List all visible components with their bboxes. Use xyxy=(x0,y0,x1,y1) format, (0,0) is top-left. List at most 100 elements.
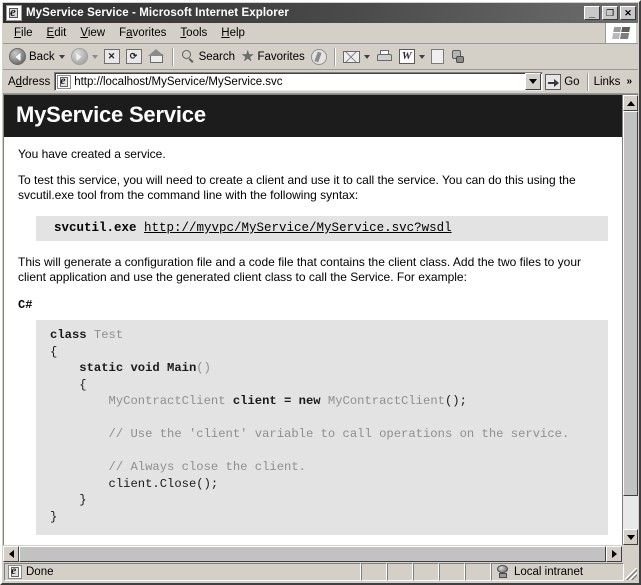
mail-button[interactable] xyxy=(340,46,373,68)
discuss-button[interactable] xyxy=(428,46,447,68)
vertical-scroll-track[interactable] xyxy=(623,111,638,529)
code-line: client.Close(); xyxy=(50,476,608,493)
menu-edit[interactable]: Edit xyxy=(40,25,74,41)
links-button[interactable]: Links » xyxy=(592,76,636,88)
ie-document-icon xyxy=(6,5,22,21)
vertical-scrollbar[interactable] xyxy=(622,95,638,545)
word-edit-icon: W xyxy=(398,49,415,64)
search-button[interactable]: Search xyxy=(178,46,238,68)
code-line: class Test xyxy=(50,327,608,344)
ie-document-icon xyxy=(8,564,22,579)
horizontal-scroll-track[interactable] xyxy=(19,546,606,562)
code-token: () xyxy=(196,361,211,375)
go-button-label: Go xyxy=(564,75,580,88)
code-line: } xyxy=(50,492,608,509)
code-token: client.Close(); xyxy=(50,476,219,491)
maximize-icon: ❐ xyxy=(605,8,615,18)
refresh-icon: ⟳ xyxy=(125,49,142,64)
maximize-button[interactable]: ❐ xyxy=(602,6,618,20)
code-token: Test xyxy=(93,328,124,342)
address-input[interactable]: http://localhost/MyService/MyService.svc xyxy=(54,72,544,91)
code-token: } xyxy=(50,493,87,507)
edit-chevron-down-icon[interactable] xyxy=(418,54,425,59)
back-history-chevron-down-icon[interactable] xyxy=(58,54,65,59)
code-token: { xyxy=(50,377,87,392)
svcutil-command-block: svcutil.exe http://myvpc/MyService/MySer… xyxy=(36,216,608,241)
toolbar-separator-2 xyxy=(333,47,336,66)
address-dropdown-button[interactable] xyxy=(525,73,542,90)
edit-button[interactable]: W xyxy=(396,46,428,68)
windows-flag-icon xyxy=(605,23,636,43)
code-token: client = new xyxy=(232,394,328,408)
address-separator xyxy=(586,72,589,91)
magnifier-icon xyxy=(181,49,196,64)
code-line: { xyxy=(50,344,608,361)
window-controls: _ ❐ ✕ xyxy=(584,6,636,20)
main-toolbar: Back ✕ ⟳ Search ★ Favorites W xyxy=(3,44,638,70)
status-text: Done xyxy=(26,566,54,578)
code-token: (); xyxy=(444,394,467,408)
go-button[interactable]: Go xyxy=(543,73,583,90)
stop-button[interactable]: ✕ xyxy=(101,46,123,68)
back-button-label: Back xyxy=(29,50,55,63)
media-button[interactable] xyxy=(308,46,330,68)
address-url-text: http://localhost/MyService/MyService.svc xyxy=(74,75,283,88)
favorites-button[interactable]: ★ Favorites xyxy=(238,46,308,68)
menu-tools[interactable]: Tools xyxy=(173,25,214,41)
code-line: // Use the 'client' variable to call ope… xyxy=(50,426,608,443)
wsdl-link[interactable]: http://myvpc/MyService/MyService.svc?wsd… xyxy=(144,221,452,235)
menu-view[interactable]: View xyxy=(73,25,112,41)
menu-help[interactable]: Help xyxy=(214,25,252,41)
code-token: static void xyxy=(50,361,168,375)
links-chevron-right-icon[interactable]: » xyxy=(626,76,632,87)
code-token: // Always close the client. xyxy=(50,460,306,474)
back-button[interactable]: Back xyxy=(6,46,68,68)
scroll-up-button[interactable] xyxy=(623,95,638,111)
go-arrow-icon xyxy=(545,73,562,90)
mail-icon xyxy=(342,50,360,63)
favorites-button-label: Favorites xyxy=(257,50,305,63)
scroll-down-button[interactable] xyxy=(623,529,638,545)
search-button-label: Search xyxy=(198,50,236,63)
code-line: } xyxy=(50,509,608,526)
horizontal-scrollbar[interactable] xyxy=(3,545,638,562)
language-label: C# xyxy=(18,298,33,312)
page-title: MyService Service xyxy=(4,95,622,137)
code-token: MyContractClient xyxy=(327,394,445,408)
status-panel-2 xyxy=(387,563,413,581)
security-zone-panel[interactable]: Local intranet xyxy=(491,563,624,581)
home-icon xyxy=(147,49,165,64)
menu-file[interactable]: File xyxy=(7,25,40,41)
status-panel-5 xyxy=(465,563,491,581)
resize-grip[interactable] xyxy=(624,563,638,581)
address-bar: Address http://localhost/MyService/MySer… xyxy=(3,70,638,94)
minimize-button[interactable]: _ xyxy=(584,6,600,20)
scroll-left-button[interactable] xyxy=(3,546,19,562)
messenger-button[interactable] xyxy=(447,46,469,68)
print-button[interactable] xyxy=(373,46,396,68)
title-bar[interactable]: MyService Service - Microsoft Internet E… xyxy=(3,3,638,23)
page-icon xyxy=(57,73,72,89)
forward-history-chevron-down-icon[interactable] xyxy=(91,54,98,59)
close-button[interactable]: ✕ xyxy=(620,6,636,20)
vertical-scroll-thumb[interactable] xyxy=(623,111,638,496)
document-frame: MyService Service You have created a ser… xyxy=(3,94,638,545)
code-line: MyContractClient client = new MyContract… xyxy=(50,393,608,410)
scroll-right-button[interactable] xyxy=(606,546,622,562)
status-panel-1 xyxy=(361,563,387,581)
zone-text: Local intranet xyxy=(514,566,584,578)
code-line: // Always close the client. xyxy=(50,459,608,476)
home-button[interactable] xyxy=(145,46,168,68)
refresh-button[interactable]: ⟳ xyxy=(123,46,145,68)
forward-button[interactable] xyxy=(68,46,101,68)
media-icon xyxy=(310,48,327,65)
mail-chevron-down-icon[interactable] xyxy=(363,54,370,59)
printer-icon xyxy=(376,49,393,64)
code-token: // Use the 'client' variable to call ope… xyxy=(50,427,570,441)
stop-icon: ✕ xyxy=(103,49,120,64)
menu-favorites[interactable]: Favorites xyxy=(112,25,173,41)
code-line: static void Main() xyxy=(50,360,608,377)
code-token: MyContractClient xyxy=(50,394,233,408)
